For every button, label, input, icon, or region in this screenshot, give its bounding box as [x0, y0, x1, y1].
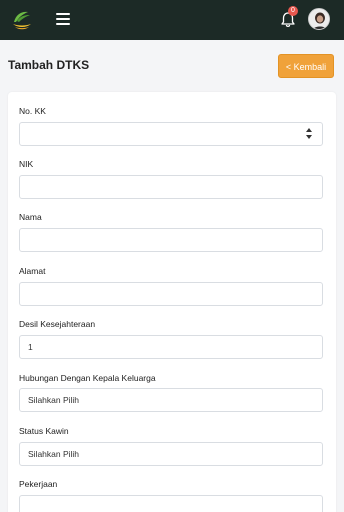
pekerjaan-select[interactable]	[19, 495, 323, 512]
hubungan-label: Hubungan Dengan Kepala Keluarga	[19, 373, 156, 383]
hubungan-select[interactable]: Silahkan Pilih	[19, 388, 323, 412]
nama-input[interactable]	[19, 228, 323, 252]
page-title: Tambah DTKS	[8, 58, 90, 72]
user-avatar[interactable]	[308, 8, 330, 30]
spinner-down-icon[interactable]	[306, 135, 312, 139]
nik-input[interactable]	[19, 175, 323, 199]
notification-badge: 0	[288, 6, 298, 16]
desil-input[interactable]: 1	[19, 335, 323, 359]
top-navbar: 0	[0, 0, 344, 40]
status-kawin-select[interactable]: Silahkan Pilih	[19, 442, 323, 466]
no-kk-label: No. KK	[19, 106, 46, 116]
status-kawin-label: Status Kawin	[19, 426, 69, 436]
pekerjaan-label: Pekerjaan	[19, 479, 58, 489]
app-logo[interactable]	[10, 8, 34, 32]
hamburger-menu-icon[interactable]	[56, 12, 70, 26]
back-button[interactable]: < Kembali	[278, 54, 334, 78]
no-kk-input[interactable]	[19, 122, 323, 146]
nik-label: NIK	[19, 159, 34, 169]
spinner-up-icon[interactable]	[306, 128, 312, 132]
alamat-label: Alamat	[19, 266, 46, 276]
nama-label: Nama	[19, 212, 42, 222]
alamat-input[interactable]	[19, 282, 323, 306]
number-spinner-icon[interactable]	[306, 128, 312, 139]
desil-label: Desil Kesejahteraan	[19, 319, 96, 329]
